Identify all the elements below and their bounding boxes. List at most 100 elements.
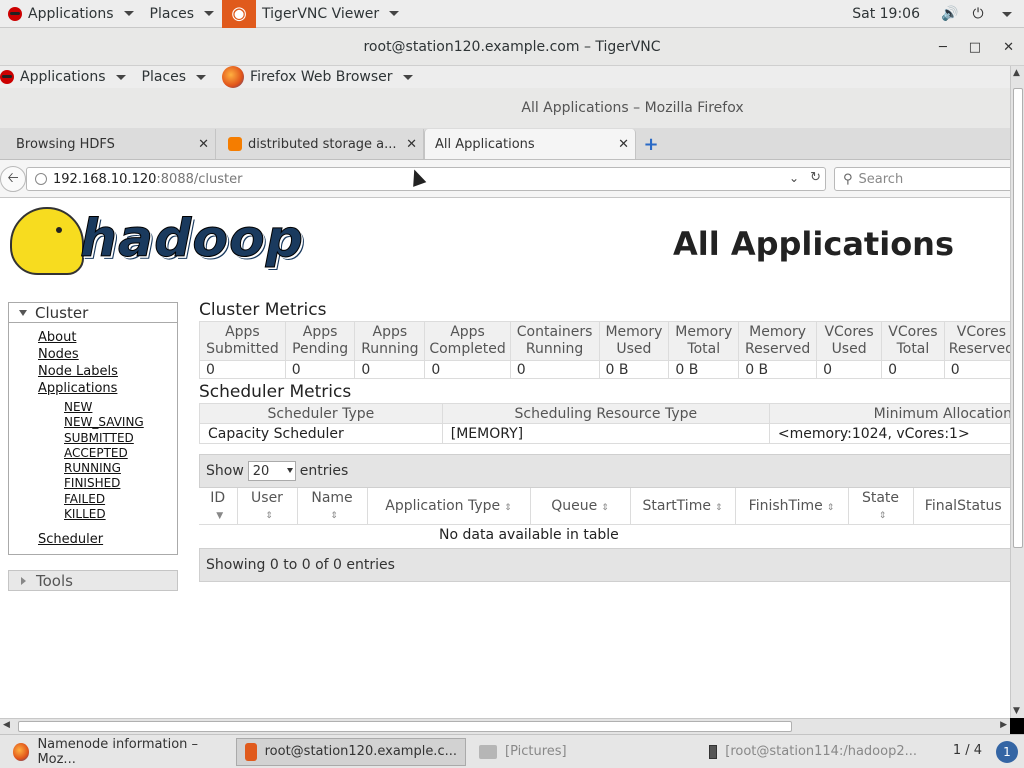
chevron-down-icon	[123, 11, 134, 16]
app-state-link-new[interactable]: NEW	[64, 400, 177, 415]
cluster-nav-header[interactable]: Cluster	[9, 303, 177, 323]
remote-places-menu[interactable]: Places	[134, 66, 215, 88]
table-length-bar: Show 20 entries	[199, 454, 1010, 488]
cluster-metrics-table: Apps Submitted Apps Pending Apps Running Ap…	[199, 321, 1010, 379]
tab-all-applications[interactable]: All Applications ✕	[424, 129, 636, 159]
sidebar-link-node-labels[interactable]: Node Labels	[38, 363, 177, 380]
workspace-pager[interactable]: 1 / 4	[953, 743, 982, 758]
column-header-name[interactable]: Name ⇕	[297, 488, 368, 525]
remote-app-window-menu[interactable]: Firefox Web Browser	[214, 66, 421, 88]
search-placeholder: Search	[858, 171, 904, 187]
apps-header-row: ID ▼ User ⇕ Name ⇕ Application Type ⇕ Queue ⇕…	[199, 488, 1010, 525]
close-icon[interactable]: ✕	[1003, 40, 1014, 55]
collapsed-triangle-icon	[21, 576, 26, 585]
metrics-value: 0	[284, 360, 356, 379]
app-state-link-running[interactable]: RUNNING	[64, 461, 177, 476]
main-panel: Cluster Metrics Apps Submitted Apps Pendin…	[199, 299, 1010, 582]
column-header-application-type[interactable]: Application Type ⇕	[367, 488, 531, 525]
taskbar-item-terminal[interactable]: [root@station114:/hadoop2...	[700, 738, 926, 766]
app-state-link-accepted[interactable]: ACCEPTED	[64, 446, 177, 461]
metrics-header: Apps Submitted	[199, 321, 286, 361]
scroll-right-arrow-icon[interactable]: ▶	[1000, 720, 1007, 730]
column-header-queue[interactable]: Queue ⇕	[530, 488, 631, 525]
firefox-icon	[222, 66, 245, 88]
metrics-value: 0	[816, 360, 883, 379]
metrics-value: 0	[509, 360, 600, 379]
scheduler-header: Minimum Allocation	[768, 403, 1010, 424]
remote-applications-menu[interactable]: Applications	[0, 66, 134, 88]
column-header-id[interactable]: ID ▼	[199, 488, 238, 525]
redhat-icon	[8, 6, 22, 21]
hadoop-logo[interactable]: hadoop	[10, 207, 310, 279]
minimize-icon[interactable]: ─	[939, 40, 947, 55]
url-bar[interactable]: 192.168.10.120:8088/cluster ⌄ ↻	[26, 167, 826, 191]
close-icon[interactable]: ✕	[198, 137, 209, 152]
sidebar-link-nodes[interactable]: Nodes	[38, 346, 177, 363]
taskbar-item-namenode[interactable]: Namenode information – Moz...	[4, 737, 232, 767]
page-size-select[interactable]: 20	[247, 461, 296, 481]
maximize-icon[interactable]: □	[969, 40, 981, 55]
sort-icon: ⇕	[714, 502, 723, 513]
search-input[interactable]: ⚲ Search	[834, 167, 1014, 191]
taskbar-item-vnc[interactable]: root@station120.example.c...	[236, 737, 466, 766]
show-label: Show	[206, 463, 244, 479]
column-header-finalstatus[interactable]: FinalStatus	[913, 488, 1010, 525]
vnc-window-title: root@station120.example.com – TigerVNC	[363, 38, 661, 55]
scroll-up-arrow-icon[interactable]: ▲	[1013, 68, 1020, 78]
places-menu[interactable]: Places	[142, 0, 223, 28]
back-arrow-icon[interactable]: 🡠	[0, 166, 26, 192]
chevron-down-icon[interactable]	[1002, 11, 1012, 17]
sort-desc-icon: ▼	[216, 510, 224, 521]
globe-icon	[35, 173, 47, 185]
horizontal-scroll-thumb[interactable]	[18, 721, 792, 732]
sidebar-link-scheduler[interactable]: Scheduler	[38, 531, 177, 548]
applications-menu[interactable]: Applications	[0, 0, 142, 28]
sort-icon: ⇕	[504, 502, 512, 513]
tab-distributed-storage[interactable]: distributed storage a... ✕	[216, 129, 424, 159]
sidebar-link-applications[interactable]: Applications	[38, 380, 177, 397]
sort-icon: ⇕	[265, 510, 273, 521]
chevron-down-icon[interactable]: ⌄	[789, 171, 799, 185]
new-tab-plus-icon[interactable]: +	[636, 129, 666, 159]
app-window-menu[interactable]: ◉ TigerVNC Viewer	[222, 0, 407, 28]
app-state-link-failed[interactable]: FAILED	[64, 492, 177, 507]
tools-nav-header[interactable]: Tools	[8, 570, 178, 592]
tigervnc-icon: ◉	[222, 0, 257, 28]
column-header-state[interactable]: State ⇕	[848, 488, 914, 525]
metrics-header: Apps Running	[354, 321, 426, 361]
chevron-down-icon	[286, 468, 293, 473]
scroll-down-arrow-icon[interactable]: ▼	[1013, 706, 1020, 716]
volume-icon[interactable]: 🔊	[941, 6, 958, 22]
column-header-user[interactable]: User ⇕	[237, 488, 298, 525]
vertical-scrollbar[interactable]: ▲ ▼	[1010, 66, 1024, 718]
column-header-starttime[interactable]: StartTime ⇕	[630, 488, 736, 525]
taskbar-item-pictures[interactable]: [Pictures]	[470, 738, 696, 766]
app-state-link-submitted[interactable]: SUBMITTED	[64, 431, 177, 446]
close-icon[interactable]: ✕	[618, 137, 629, 152]
app-state-link-finished[interactable]: FINISHED	[64, 476, 177, 491]
sidebar-link-about[interactable]: About	[38, 329, 177, 346]
metrics-header-row: Apps Submitted Apps Pending Apps Running Ap…	[199, 321, 1010, 361]
metrics-header: VCores Total	[881, 321, 945, 361]
scroll-left-arrow-icon[interactable]: ◀	[3, 720, 10, 730]
firefox-icon	[13, 742, 30, 761]
column-header-finishtime[interactable]: FinishTime ⇕	[735, 488, 849, 525]
tab-label: All Applications	[435, 136, 535, 152]
taskbar-item-label: [Pictures]	[505, 744, 567, 759]
vertical-scroll-thumb[interactable]	[1013, 88, 1023, 548]
horizontal-scrollbar[interactable]: ◀ ▶	[0, 718, 1010, 734]
cluster-metrics-title: Cluster Metrics	[199, 300, 327, 320]
search-icon: ⚲	[843, 171, 853, 187]
app-state-link-new-saving[interactable]: NEW_SAVING	[64, 415, 177, 430]
firefox-titlebar: All Applications – Mozilla Firefox	[0, 88, 1010, 128]
metrics-value: 0	[881, 360, 945, 379]
clock[interactable]: Sat 19:06	[852, 6, 920, 22]
tab-browsing-hdfs[interactable]: Browsing HDFS ✕	[0, 129, 216, 159]
reload-icon[interactable]: ↻	[810, 170, 821, 185]
app-state-link-killed[interactable]: KILLED	[64, 507, 177, 522]
power-icon[interactable]: ⏻	[970, 6, 986, 22]
close-icon[interactable]: ✕	[406, 137, 417, 152]
remote-top-bar: Applications Places Firefox Web Browser	[0, 66, 1010, 88]
metrics-header: Apps Completed	[424, 321, 511, 361]
notification-badge[interactable]: 1	[996, 741, 1018, 763]
